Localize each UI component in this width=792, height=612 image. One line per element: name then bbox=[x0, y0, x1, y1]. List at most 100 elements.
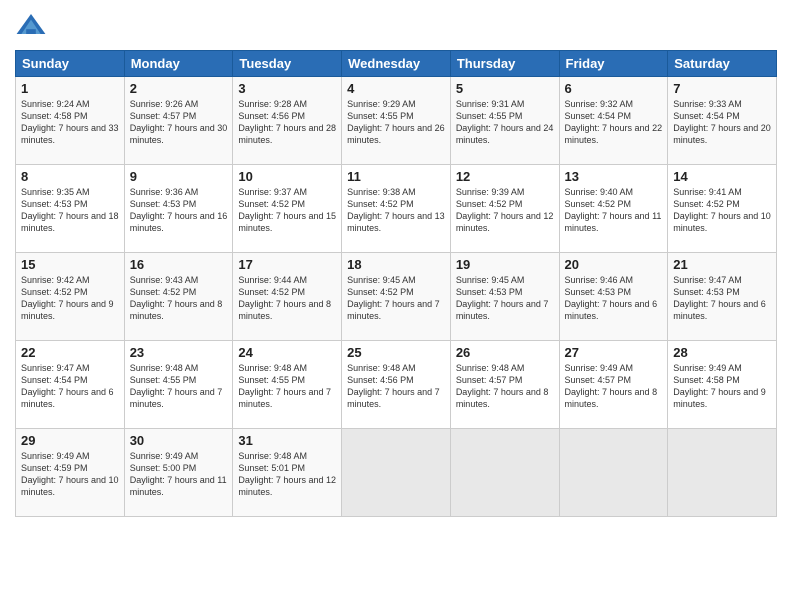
header bbox=[15, 10, 777, 42]
calendar-cell: 13 Sunrise: 9:40 AMSunset: 4:52 PMDayligh… bbox=[559, 165, 668, 253]
cell-details: Sunrise: 9:28 AMSunset: 4:56 PMDaylight:… bbox=[238, 98, 336, 147]
calendar-cell: 15 Sunrise: 9:42 AMSunset: 4:52 PMDayligh… bbox=[16, 253, 125, 341]
day-number: 23 bbox=[130, 345, 228, 360]
calendar-cell: 22 Sunrise: 9:47 AMSunset: 4:54 PMDayligh… bbox=[16, 341, 125, 429]
cell-details: Sunrise: 9:29 AMSunset: 4:55 PMDaylight:… bbox=[347, 98, 445, 147]
calendar-cell: 11 Sunrise: 9:38 AMSunset: 4:52 PMDayligh… bbox=[342, 165, 451, 253]
logo bbox=[15, 10, 49, 42]
cell-details: Sunrise: 9:31 AMSunset: 4:55 PMDaylight:… bbox=[456, 98, 554, 147]
calendar-cell: 19 Sunrise: 9:45 AMSunset: 4:53 PMDayligh… bbox=[450, 253, 559, 341]
day-number: 29 bbox=[21, 433, 119, 448]
cell-details: Sunrise: 9:47 AMSunset: 4:53 PMDaylight:… bbox=[673, 274, 771, 323]
calendar-cell: 5Sunrise: 9:31 AMSunset: 4:55 PMDaylight… bbox=[450, 77, 559, 165]
cell-details: Sunrise: 9:47 AMSunset: 4:54 PMDaylight:… bbox=[21, 362, 119, 411]
day-number: 12 bbox=[456, 169, 554, 184]
cell-details: Sunrise: 9:38 AMSunset: 4:52 PMDaylight:… bbox=[347, 186, 445, 235]
calendar-cell: 18 Sunrise: 9:45 AMSunset: 4:52 PMDayligh… bbox=[342, 253, 451, 341]
day-number: 3 bbox=[238, 81, 336, 96]
day-number: 8 bbox=[21, 169, 119, 184]
calendar-cell: 17 Sunrise: 9:44 AMSunset: 4:52 PMDayligh… bbox=[233, 253, 342, 341]
day-number: 24 bbox=[238, 345, 336, 360]
calendar-cell: 14 Sunrise: 9:41 AMSunset: 4:52 PMDayligh… bbox=[668, 165, 777, 253]
day-of-week-header: Monday bbox=[124, 51, 233, 77]
day-number: 15 bbox=[21, 257, 119, 272]
calendar-cell: 4 Sunrise: 9:29 AMSunset: 4:55 PMDaylight… bbox=[342, 77, 451, 165]
calendar-cell: 27 Sunrise: 9:49 AMSunset: 4:57 PMDayligh… bbox=[559, 341, 668, 429]
calendar-week-row: 15 Sunrise: 9:42 AMSunset: 4:52 PMDayligh… bbox=[16, 253, 777, 341]
day-number: 6 bbox=[565, 81, 663, 96]
day-number: 26 bbox=[456, 345, 554, 360]
cell-details: Sunrise: 9:41 AMSunset: 4:52 PMDaylight:… bbox=[673, 186, 771, 235]
cell-details: Sunrise: 9:24 AMSunset: 4:58 PMDaylight:… bbox=[21, 98, 119, 147]
calendar-week-row: 29 Sunrise: 9:49 AMSunset: 4:59 PMDayligh… bbox=[16, 429, 777, 517]
calendar-cell bbox=[668, 429, 777, 517]
calendar-cell: 7 Sunrise: 9:33 AMSunset: 4:54 PMDaylight… bbox=[668, 77, 777, 165]
day-number: 10 bbox=[238, 169, 336, 184]
day-of-week-header: Saturday bbox=[668, 51, 777, 77]
calendar-cell bbox=[450, 429, 559, 517]
day-of-week-header: Sunday bbox=[16, 51, 125, 77]
day-of-week-header: Friday bbox=[559, 51, 668, 77]
calendar-cell: 2Sunrise: 9:26 AMSunset: 4:57 PMDaylight… bbox=[124, 77, 233, 165]
calendar-cell: 9 Sunrise: 9:36 AMSunset: 4:53 PMDaylight… bbox=[124, 165, 233, 253]
calendar-cell: 26Sunrise: 9:48 AMSunset: 4:57 PMDayligh… bbox=[450, 341, 559, 429]
day-number: 28 bbox=[673, 345, 771, 360]
cell-details: Sunrise: 9:45 AMSunset: 4:53 PMDaylight:… bbox=[456, 274, 554, 323]
calendar-cell: 29 Sunrise: 9:49 AMSunset: 4:59 PMDayligh… bbox=[16, 429, 125, 517]
day-number: 7 bbox=[673, 81, 771, 96]
calendar-cell: 10 Sunrise: 9:37 AMSunset: 4:52 PMDayligh… bbox=[233, 165, 342, 253]
calendar-cell bbox=[559, 429, 668, 517]
cell-details: Sunrise: 9:48 AMSunset: 4:56 PMDaylight:… bbox=[347, 362, 445, 411]
calendar-cell: 16Sunrise: 9:43 AMSunset: 4:52 PMDayligh… bbox=[124, 253, 233, 341]
calendar-cell: 20Sunrise: 9:46 AMSunset: 4:53 PMDayligh… bbox=[559, 253, 668, 341]
calendar-week-row: 1 Sunrise: 9:24 AMSunset: 4:58 PMDaylight… bbox=[16, 77, 777, 165]
day-number: 27 bbox=[565, 345, 663, 360]
cell-details: Sunrise: 9:49 AMSunset: 4:59 PMDaylight:… bbox=[21, 450, 119, 499]
cell-details: Sunrise: 9:42 AMSunset: 4:52 PMDaylight:… bbox=[21, 274, 119, 323]
cell-details: Sunrise: 9:49 AMSunset: 4:57 PMDaylight:… bbox=[565, 362, 663, 411]
calendar-cell: 21 Sunrise: 9:47 AMSunset: 4:53 PMDayligh… bbox=[668, 253, 777, 341]
cell-details: Sunrise: 9:49 AMSunset: 5:00 PMDaylight:… bbox=[130, 450, 228, 499]
cell-details: Sunrise: 9:40 AMSunset: 4:52 PMDaylight:… bbox=[565, 186, 663, 235]
day-number: 17 bbox=[238, 257, 336, 272]
cell-details: Sunrise: 9:45 AMSunset: 4:52 PMDaylight:… bbox=[347, 274, 445, 323]
calendar-cell: 1 Sunrise: 9:24 AMSunset: 4:58 PMDaylight… bbox=[16, 77, 125, 165]
day-number: 30 bbox=[130, 433, 228, 448]
day-number: 20 bbox=[565, 257, 663, 272]
day-number: 31 bbox=[238, 433, 336, 448]
day-number: 21 bbox=[673, 257, 771, 272]
cell-details: Sunrise: 9:36 AMSunset: 4:53 PMDaylight:… bbox=[130, 186, 228, 235]
calendar-cell: 23 Sunrise: 9:48 AMSunset: 4:55 PMDayligh… bbox=[124, 341, 233, 429]
cell-details: Sunrise: 9:39 AMSunset: 4:52 PMDaylight:… bbox=[456, 186, 554, 235]
calendar-week-row: 22 Sunrise: 9:47 AMSunset: 4:54 PMDayligh… bbox=[16, 341, 777, 429]
calendar-cell bbox=[342, 429, 451, 517]
logo-icon bbox=[15, 10, 47, 42]
day-number: 16 bbox=[130, 257, 228, 272]
day-number: 18 bbox=[347, 257, 445, 272]
calendar-cell: 28Sunrise: 9:49 AMSunset: 4:58 PMDayligh… bbox=[668, 341, 777, 429]
day-of-week-header: Wednesday bbox=[342, 51, 451, 77]
calendar-cell: 12 Sunrise: 9:39 AMSunset: 4:52 PMDayligh… bbox=[450, 165, 559, 253]
calendar-table: SundayMondayTuesdayWednesdayThursdayFrid… bbox=[15, 50, 777, 517]
cell-details: Sunrise: 9:37 AMSunset: 4:52 PMDaylight:… bbox=[238, 186, 336, 235]
cell-details: Sunrise: 9:35 AMSunset: 4:53 PMDaylight:… bbox=[21, 186, 119, 235]
day-number: 11 bbox=[347, 169, 445, 184]
calendar-cell: 24 Sunrise: 9:48 AMSunset: 4:55 PMDayligh… bbox=[233, 341, 342, 429]
day-number: 14 bbox=[673, 169, 771, 184]
day-number: 9 bbox=[130, 169, 228, 184]
calendar-cell: 8 Sunrise: 9:35 AMSunset: 4:53 PMDaylight… bbox=[16, 165, 125, 253]
day-number: 4 bbox=[347, 81, 445, 96]
cell-details: Sunrise: 9:48 AMSunset: 4:55 PMDaylight:… bbox=[130, 362, 228, 411]
cell-details: Sunrise: 9:44 AMSunset: 4:52 PMDaylight:… bbox=[238, 274, 336, 323]
cell-details: Sunrise: 9:33 AMSunset: 4:54 PMDaylight:… bbox=[673, 98, 771, 147]
cell-details: Sunrise: 9:26 AMSunset: 4:57 PMDaylight:… bbox=[130, 98, 228, 147]
day-number: 13 bbox=[565, 169, 663, 184]
cell-details: Sunrise: 9:48 AMSunset: 4:55 PMDaylight:… bbox=[238, 362, 336, 411]
calendar-cell: 25Sunrise: 9:48 AMSunset: 4:56 PMDayligh… bbox=[342, 341, 451, 429]
cell-details: Sunrise: 9:32 AMSunset: 4:54 PMDaylight:… bbox=[565, 98, 663, 147]
calendar-week-row: 8 Sunrise: 9:35 AMSunset: 4:53 PMDaylight… bbox=[16, 165, 777, 253]
day-number: 22 bbox=[21, 345, 119, 360]
day-number: 1 bbox=[21, 81, 119, 96]
day-of-week-header: Thursday bbox=[450, 51, 559, 77]
day-number: 19 bbox=[456, 257, 554, 272]
